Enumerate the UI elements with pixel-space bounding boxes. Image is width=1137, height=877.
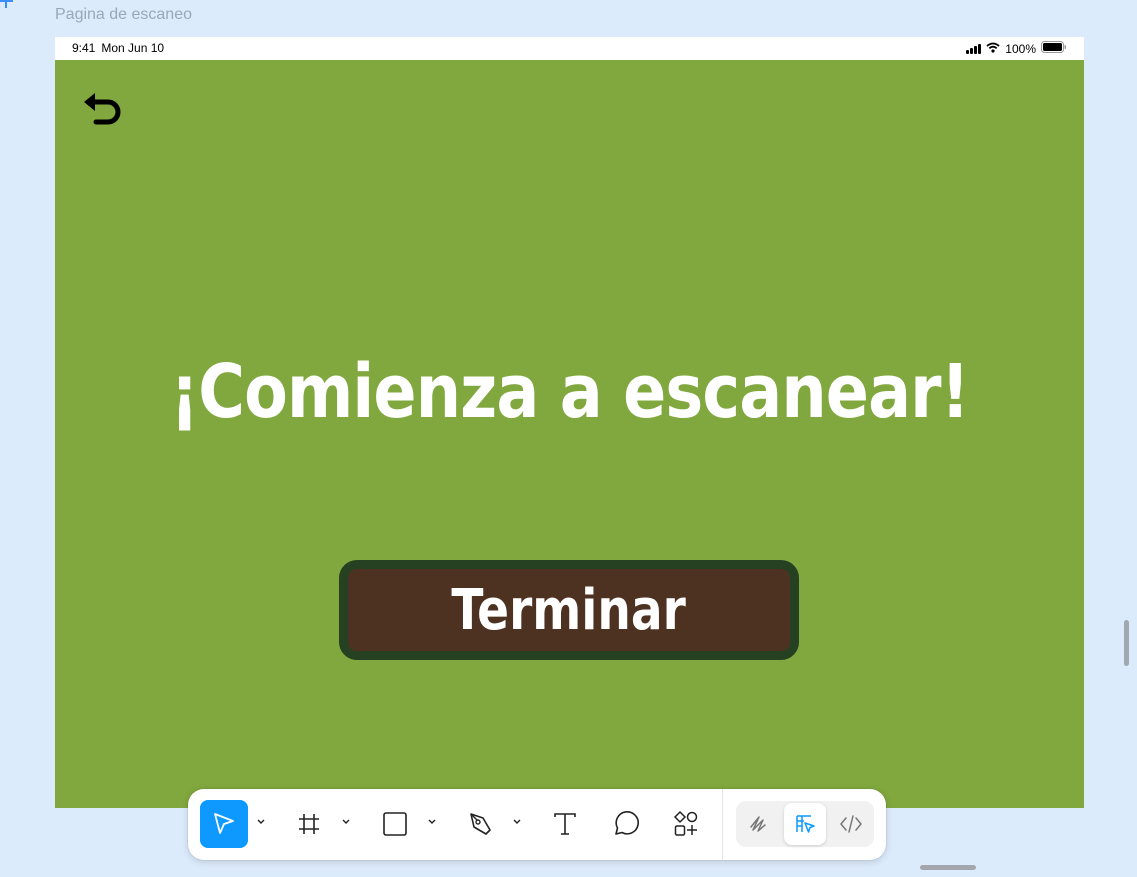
finish-button[interactable]: Terminar bbox=[339, 560, 799, 660]
battery-percent: 100% bbox=[1005, 41, 1036, 56]
frame-corner-marker bbox=[0, 0, 13, 8]
mode-switcher bbox=[736, 801, 874, 847]
pen-icon bbox=[470, 813, 491, 835]
vertical-scrollbar-thumb[interactable] bbox=[1124, 620, 1129, 666]
pen-tool-button[interactable] bbox=[456, 800, 504, 848]
frame-tool-button[interactable] bbox=[285, 800, 333, 848]
status-date: Mon Jun 10 bbox=[101, 41, 165, 55]
toolbar-divider bbox=[722, 789, 723, 860]
comment-icon bbox=[615, 811, 639, 835]
home-indicator[interactable] bbox=[920, 865, 976, 870]
rectangle-tool-button[interactable] bbox=[371, 800, 419, 848]
design-mode-icon bbox=[796, 815, 815, 833]
design-mode-button[interactable] bbox=[784, 803, 826, 845]
text-icon bbox=[554, 813, 576, 835]
wifi-icon bbox=[986, 42, 1000, 56]
back-arrow-icon[interactable] bbox=[80, 88, 126, 134]
actions-tool-button[interactable] bbox=[662, 800, 710, 848]
code-brackets-icon bbox=[840, 815, 862, 833]
rectangle-icon bbox=[383, 812, 407, 836]
finish-button-label: Terminar bbox=[451, 577, 687, 643]
shapes-plus-icon bbox=[673, 810, 698, 836]
frame-tool-chevron-down-icon[interactable] bbox=[340, 816, 352, 828]
status-bar: 9:41 Mon Jun 10 100% bbox=[55, 37, 1084, 60]
device-frame: 9:41 Mon Jun 10 100% ¡Comienza a escanea… bbox=[55, 37, 1084, 808]
rectangle-tool-chevron-down-icon[interactable] bbox=[426, 816, 438, 828]
battery-icon bbox=[1041, 41, 1067, 56]
dev-mode-button[interactable] bbox=[830, 803, 872, 845]
status-time: 9:41 bbox=[72, 41, 96, 55]
comment-tool-button[interactable] bbox=[602, 800, 650, 848]
move-tool-button[interactable] bbox=[200, 800, 248, 848]
move-tool-chevron-down-icon[interactable] bbox=[255, 816, 267, 828]
scan-headline: ¡Comienza a escanear! bbox=[170, 349, 970, 435]
cellular-signal-icon bbox=[966, 43, 982, 54]
hash-frame-icon bbox=[299, 814, 319, 834]
design-toolbar bbox=[188, 789, 886, 860]
frame-title[interactable]: Pagina de escaneo bbox=[55, 6, 192, 24]
text-tool-button[interactable] bbox=[541, 800, 589, 848]
draw-mode-button[interactable] bbox=[738, 803, 780, 845]
cursor-icon bbox=[214, 813, 234, 834]
pen-tool-chevron-down-icon[interactable] bbox=[511, 816, 523, 828]
draw-scribble-icon bbox=[750, 816, 766, 832]
